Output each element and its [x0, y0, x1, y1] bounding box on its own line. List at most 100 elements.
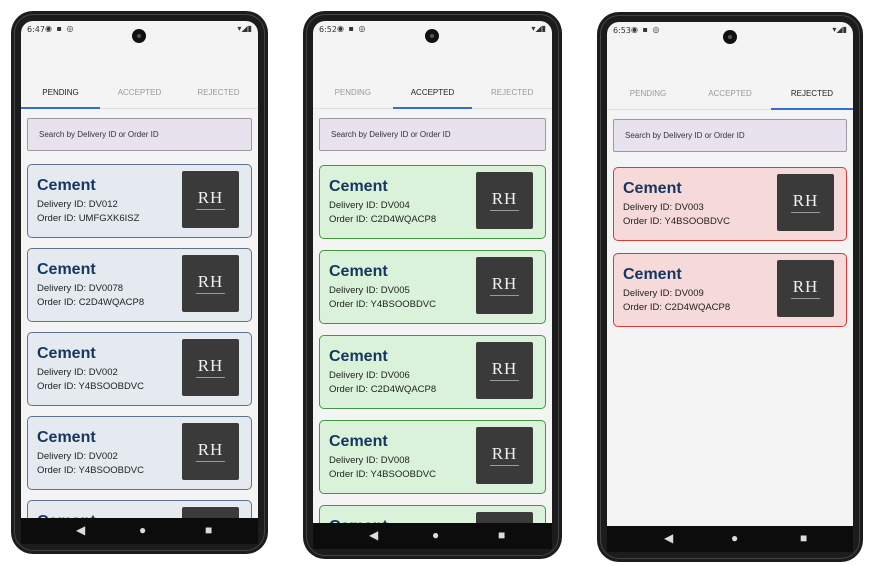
notification-icons: ◉ ▪ ◎	[337, 24, 367, 33]
phone-accepted: 6:52 ◉ ▪ ◎ ▾◢▮ PENDING ACCEPTED REJECTED…	[303, 11, 562, 559]
delivery-id: Delivery ID: DV012	[37, 199, 118, 210]
rh-logo: RH	[476, 257, 533, 314]
phone-pending: 6:47 ◉ ▪ ◎ ▾◢▮ PENDING ACCEPTED REJECTED…	[11, 11, 268, 554]
battery-signal-icons: ▾◢▮	[237, 24, 252, 33]
order-id: Order ID: Y4BSOOBDVC	[329, 469, 436, 480]
delivery-card[interactable]: Cement Delivery ID: DV0078 Order ID: C2D…	[27, 248, 252, 322]
card-title: Cement	[37, 261, 96, 278]
delivery-card[interactable]: Cement Delivery ID: DV012 Order ID: UMFG…	[27, 164, 252, 238]
delivery-id: Delivery ID: DV003	[623, 202, 704, 213]
delivery-id: Delivery ID: DV008	[329, 455, 410, 466]
logo-mark: RH	[491, 359, 518, 378]
delivery-card[interactable]: Cement Delivery ID: DV003 Order ID: Y4BS…	[613, 167, 847, 241]
status-time: 6:53	[613, 26, 631, 35]
tab-accepted[interactable]: ACCEPTED	[689, 80, 771, 109]
card-title: Cement	[329, 433, 388, 450]
rh-logo: RH	[476, 172, 533, 229]
card-title: Cement	[329, 263, 388, 280]
rh-logo: RH	[777, 260, 834, 317]
rh-logo: RH	[777, 174, 834, 231]
home-icon[interactable]: ●	[731, 531, 738, 545]
tab-accepted[interactable]: ACCEPTED	[392, 79, 473, 109]
order-id: Order ID: C2D4WQACP8	[329, 214, 437, 225]
order-id: Order ID: UMFGXK6ISZ	[37, 213, 140, 224]
notification-icons: ◉ ▪ ◎	[45, 24, 75, 33]
delivery-id: Delivery ID: DV004	[329, 200, 410, 211]
back-icon[interactable]: ◀	[76, 523, 85, 537]
tab-bar: PENDING ACCEPTED REJECTED	[21, 79, 258, 109]
rh-logo: RH	[476, 427, 533, 484]
home-icon[interactable]: ●	[139, 523, 146, 537]
system-nav-bar: ◀ ● ■	[313, 523, 552, 549]
card-title: Cement	[37, 429, 96, 446]
rh-logo: RH	[182, 171, 239, 228]
tab-pending[interactable]: PENDING	[21, 79, 100, 109]
order-id: Order ID: Y4BSOOBDVC	[37, 381, 144, 392]
delivery-card[interactable]: Cement Delivery ID: DV006 Order ID: C2D4…	[319, 335, 546, 409]
rh-logo: RH	[476, 342, 533, 399]
search-input[interactable]: Search by Delivery ID or Order ID	[27, 118, 252, 151]
tab-bar: PENDING ACCEPTED REJECTED	[313, 79, 552, 109]
camera-icon	[132, 29, 146, 43]
delivery-id: Delivery ID: DV009	[623, 288, 704, 299]
status-time: 6:52	[319, 25, 337, 34]
delivery-id: Delivery ID: DV002	[37, 367, 118, 378]
card-title: Cement	[623, 266, 682, 283]
card-title: Cement	[37, 345, 96, 362]
tab-pending[interactable]: PENDING	[607, 80, 689, 109]
tab-rejected[interactable]: REJECTED	[770, 80, 853, 110]
card-title: Cement	[329, 178, 388, 195]
logo-mark: RH	[792, 191, 819, 210]
delivery-id: Delivery ID: DV0078	[37, 283, 124, 294]
tab-rejected[interactable]: REJECTED	[179, 79, 258, 108]
tab-pending[interactable]: PENDING	[313, 79, 393, 108]
notification-icons: ◉ ▪ ◎	[631, 25, 661, 34]
delivery-id: Delivery ID: DV005	[329, 285, 410, 296]
delivery-card[interactable]: Cement Delivery ID: DV008 Order ID: Y4BS…	[319, 420, 546, 494]
system-nav-bar: ◀ ● ■	[607, 526, 853, 552]
battery-signal-icons: ▾◢▮	[832, 25, 847, 34]
status-time: 6:47	[27, 25, 45, 34]
delivery-card[interactable]: Cement Delivery ID: DV002 Order ID: Y4BS…	[27, 332, 252, 406]
screen: 6:52 ◉ ▪ ◎ ▾◢▮ PENDING ACCEPTED REJECTED…	[313, 21, 552, 549]
logo-mark: RH	[792, 277, 819, 296]
camera-icon	[723, 30, 737, 44]
delivery-card[interactable]: Cement Delivery ID: DV002 Order ID: Y4BS…	[27, 416, 252, 490]
recents-icon[interactable]: ■	[498, 528, 505, 542]
card-title: Cement	[623, 180, 682, 197]
delivery-card[interactable]: Cement Delivery ID: DV004 Order ID: C2D4…	[319, 165, 546, 239]
recents-icon[interactable]: ■	[205, 523, 212, 537]
back-icon[interactable]: ◀	[369, 528, 378, 542]
delivery-card[interactable]: Cement Delivery ID: DV009 Order ID: C2D4…	[613, 253, 847, 327]
order-id: Order ID: Y4BSOOBDVC	[37, 465, 144, 476]
order-id: Order ID: Y4BSOOBDVC	[623, 216, 730, 227]
card-title: Cement	[329, 348, 388, 365]
search-input[interactable]: Search by Delivery ID or Order ID	[613, 119, 847, 152]
screen: 6:47 ◉ ▪ ◎ ▾◢▮ PENDING ACCEPTED REJECTED…	[21, 21, 258, 544]
rh-logo: RH	[182, 339, 239, 396]
delivery-id: Delivery ID: DV006	[329, 370, 410, 381]
recents-icon[interactable]: ■	[800, 531, 807, 545]
order-id: Order ID: C2D4WQACP8	[329, 384, 437, 395]
phone-rejected: 6:53 ◉ ▪ ◎ ▾◢▮ PENDING ACCEPTED REJECTED…	[597, 12, 863, 562]
tab-bar: PENDING ACCEPTED REJECTED	[607, 80, 853, 110]
search-input[interactable]: Search by Delivery ID or Order ID	[319, 118, 546, 151]
camera-icon	[425, 29, 439, 43]
home-icon[interactable]: ●	[432, 528, 439, 542]
tab-accepted[interactable]: ACCEPTED	[100, 79, 179, 108]
rh-logo: RH	[182, 255, 239, 312]
back-icon[interactable]: ◀	[664, 531, 673, 545]
logo-mark: RH	[197, 440, 224, 459]
battery-signal-icons: ▾◢▮	[531, 24, 546, 33]
delivery-id: Delivery ID: DV002	[37, 451, 118, 462]
logo-mark: RH	[197, 188, 224, 207]
delivery-card[interactable]: Cement Delivery ID: DV005 Order ID: Y4BS…	[319, 250, 546, 324]
system-nav-bar: ◀ ● ■	[21, 518, 258, 544]
logo-mark: RH	[491, 274, 518, 293]
logo-mark: RH	[197, 356, 224, 375]
tab-rejected[interactable]: REJECTED	[472, 79, 552, 108]
logo-mark: RH	[491, 189, 518, 208]
rh-logo: RH	[182, 423, 239, 480]
logo-mark: RH	[197, 272, 224, 291]
screen: 6:53 ◉ ▪ ◎ ▾◢▮ PENDING ACCEPTED REJECTED…	[607, 22, 853, 552]
